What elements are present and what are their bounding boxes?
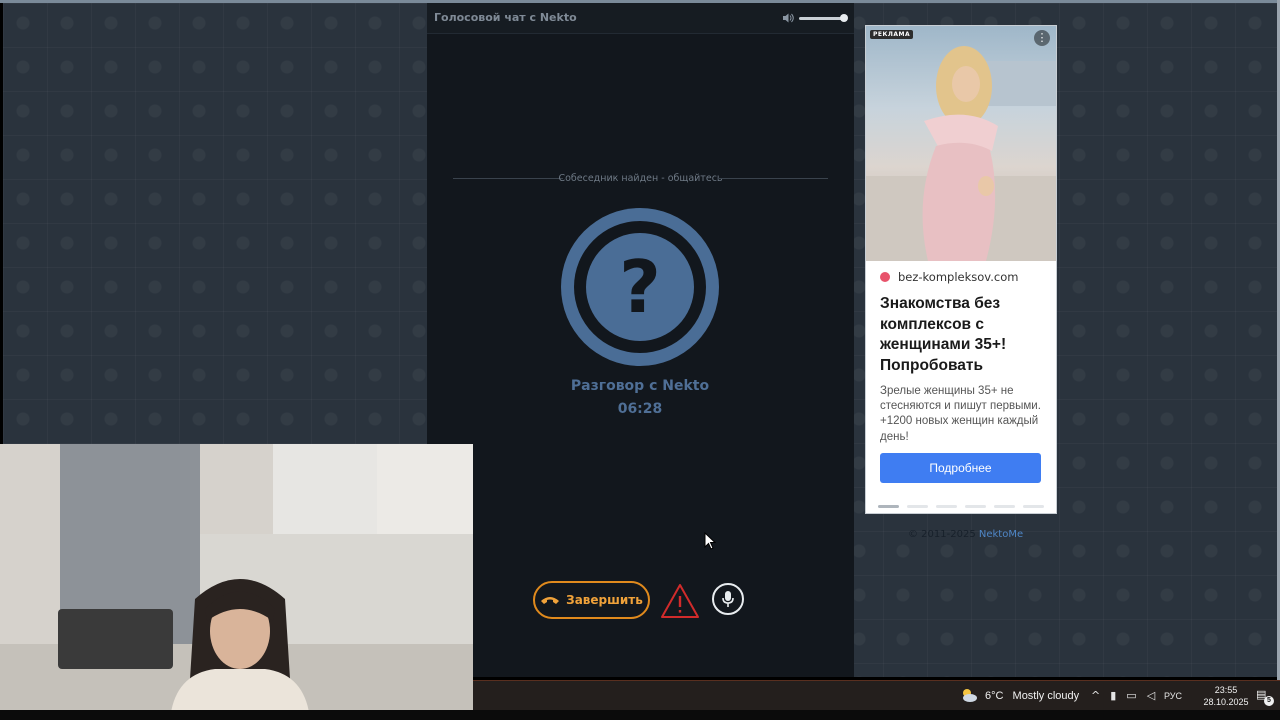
warning-icon [661,584,699,618]
volume-slider-knob[interactable] [840,14,848,22]
brand-link[interactable]: NektoMe [979,529,1023,540]
microphone-button[interactable] [712,583,744,615]
cloud-icon [963,689,977,702]
connection-status: Собеседник найден - общайтесь [558,173,723,184]
chat-title: Голосовой чат с Nekto [434,11,577,24]
ad-carousel-dot[interactable] [994,505,1015,508]
report-button[interactable] [660,583,700,619]
site-footer: © 2011-2025 NektoMe [908,529,1023,540]
temperature: 6°C [985,690,1004,702]
ad-cta-button[interactable]: Подробнее [880,453,1041,483]
microphone-tray-icon[interactable]: ▮ [1110,689,1116,702]
chevron-up-icon[interactable]: ^ [1091,689,1100,702]
voice-chat-panel: Голосовой чат с Nekto Собеседник найден … [427,3,854,677]
speaker-icon[interactable]: ◁ [1147,689,1155,702]
ad-menu-icon[interactable]: ⋮ [1034,30,1050,46]
mouse-cursor [704,532,716,550]
volume-icon[interactable] [782,12,794,24]
end-call-button[interactable]: Завершить [533,581,650,619]
end-call-label: Завершить [566,593,643,607]
weather-condition: Mostly cloudy [1012,690,1080,702]
volume-slider[interactable] [799,17,845,20]
conversation-title: Разговор с Nekto [570,378,710,394]
language-indicator[interactable]: РУС [1164,691,1182,701]
ad-carousel-indicator[interactable] [878,505,1044,508]
microphone-icon [722,591,734,607]
partner-avatar: ? [561,208,719,366]
system-tray[interactable]: ^ ▮ ▭ ◁ [1091,689,1155,702]
webcam-cabinet [273,444,378,534]
weather-widget[interactable]: 6°C Mostly cloudy [985,690,1079,702]
webcam-person [171,579,309,710]
phone-hangup-icon [541,597,560,604]
ad-domain[interactable]: bez-kompleksov.com [898,270,1018,284]
webcam-overlay [0,444,473,710]
avatar-symbol: ? [619,245,661,329]
call-timer: 06:28 [617,401,663,417]
ad-carousel-dot[interactable] [1023,505,1044,508]
status-divider-right [718,178,828,179]
ad-label: РЕКЛАМА [870,30,914,39]
bottom-strip [0,710,1280,720]
ad-carousel-dot[interactable] [878,505,899,508]
ad-carousel-dot[interactable] [907,505,928,508]
ad-carousel-dot[interactable] [965,505,986,508]
chat-header: Голосовой чат с Nekto [427,3,854,34]
copyright-text: © 2011-2025 [908,529,976,540]
ad-photo[interactable]: РЕКЛАМА ⋮ [866,26,1056,261]
advertisement[interactable]: РЕКЛАМА ⋮ bez-kompleksov.com Знакомства … [865,25,1057,514]
taskbar: 6°C Mostly cloudy ^ ▮ ▭ ◁ РУС 23:55 28.1… [473,680,1280,711]
ad-favicon-icon [880,272,890,282]
clock-date: 28.10.2025 [1203,697,1249,707]
webcam-cabinet [377,444,473,534]
clock[interactable]: 23:55 28.10.2025 [1201,684,1251,708]
ad-headline[interactable]: Знакомства без комплексов с женщинами 35… [880,294,1052,376]
notification-count: 5 [1264,696,1274,706]
clock-time: 23:55 [1214,685,1238,695]
ad-carousel-dot[interactable] [936,505,957,508]
ad-body: Зрелые женщины 35+ не стесняются и пишут… [880,385,1041,443]
status-divider-left [453,178,563,179]
network-icon[interactable]: ▭ [1126,689,1136,702]
